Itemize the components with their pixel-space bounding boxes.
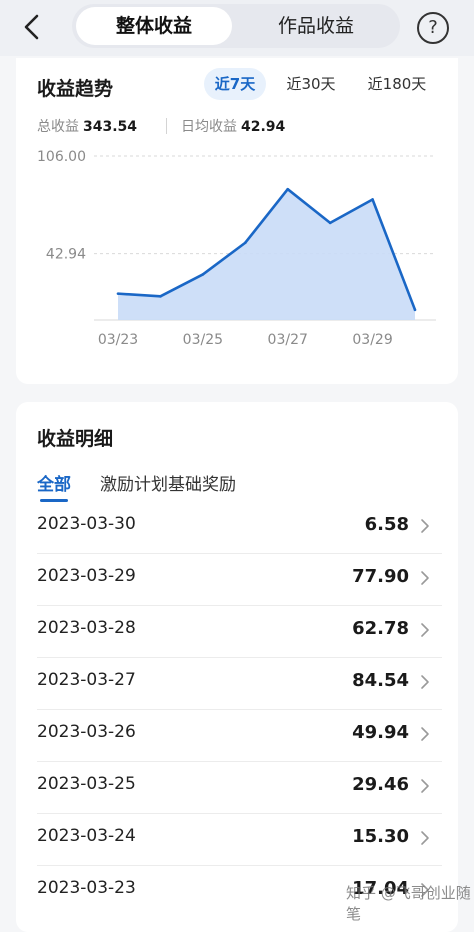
data-point (201, 273, 205, 276)
help-icon[interactable]: ? (417, 12, 449, 44)
row-amount: 62.78 (352, 618, 409, 639)
row-amount: 15.30 (352, 826, 409, 847)
x-tick-label: 03/29 (352, 332, 392, 348)
y-tick-label: 106.00 (37, 149, 86, 165)
row-amount: 77.90 (352, 566, 409, 587)
x-tick-label: 03/23 (98, 332, 138, 348)
earnings-row[interactable]: 2023-03-30 6.58 (16, 502, 458, 554)
y-tick-label: 42.94 (46, 247, 86, 263)
row-amount: 6.58 (364, 514, 409, 535)
data-point (159, 295, 162, 298)
row-date: 2023-03-30 (37, 514, 136, 534)
earnings-row[interactable]: 2023-03-24 15.30 (16, 814, 458, 866)
x-tick-label: 03/27 (268, 332, 308, 348)
earnings-row[interactable]: 2023-03-27 84.54 (16, 658, 458, 710)
chevron-right-icon (420, 778, 430, 794)
row-date: 2023-03-27 (37, 670, 136, 690)
earnings-type-switch: 整体收益 作品收益 (72, 4, 400, 48)
data-point (371, 198, 374, 201)
filter-all[interactable]: 全部 (37, 470, 71, 495)
row-date: 2023-03-23 (37, 878, 136, 898)
row-amount: 49.94 (352, 722, 409, 743)
series-area (118, 189, 415, 320)
top-bar: 整体收益 作品收益 ? (0, 0, 474, 56)
watermark: 知乎 @飞哥创业随笔 (346, 884, 471, 923)
row-date: 2023-03-28 (37, 618, 136, 638)
x-tick-label: 03/25 (183, 332, 223, 348)
row-date: 2023-03-24 (37, 826, 136, 846)
trend-card: 收益趋势 近7天 近30天 近180天 总收益 343.54 日均收益 42.94 … (16, 58, 458, 384)
row-amount: 84.54 (352, 670, 409, 691)
tab-works-earnings[interactable]: 作品收益 (238, 7, 394, 45)
data-point (243, 241, 247, 245)
chevron-right-icon (420, 674, 430, 690)
earnings-row[interactable]: 2023-03-25 29.46 (16, 762, 458, 814)
chevron-right-icon (420, 622, 430, 638)
row-date: 2023-03-26 (37, 722, 136, 742)
earnings-row[interactable]: 2023-03-26 49.94 (16, 710, 458, 762)
row-date: 2023-03-25 (37, 774, 136, 794)
data-point (116, 292, 120, 295)
chevron-right-icon (420, 726, 430, 742)
chevron-right-icon (420, 830, 430, 846)
chevron-right-icon (420, 570, 430, 586)
data-point (328, 221, 332, 225)
earnings-trend-chart: 106.00 42.94 03/23 03/25 03/27 03/29 (37, 149, 436, 348)
row-date: 2023-03-29 (37, 566, 136, 586)
tab-overall-earnings[interactable]: 整体收益 (76, 7, 232, 45)
data-point (286, 187, 290, 191)
chevron-right-icon (420, 518, 430, 534)
row-amount: 29.46 (352, 774, 409, 795)
earnings-row[interactable]: 2023-03-28 62.78 (16, 606, 458, 658)
detail-title: 收益明细 (37, 428, 114, 450)
back-icon[interactable] (16, 10, 50, 44)
earnings-row[interactable]: 2023-03-29 77.90 (16, 554, 458, 606)
filter-incentive-basic-reward[interactable]: 激励计划基础奖励 (100, 470, 236, 495)
data-point (413, 308, 417, 312)
